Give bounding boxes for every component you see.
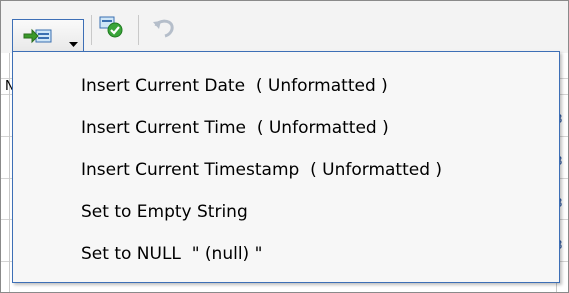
insert-value-split-button[interactable] [12, 19, 84, 52]
menu-item-set-null[interactable]: Set to NULL " (null) " [14, 234, 558, 274]
menu-item-label: Insert Current Time ( Unformatted ) [81, 118, 389, 138]
menu-item-insert-current-timestamp[interactable]: Insert Current Timestamp ( Unformatted ) [14, 150, 558, 190]
menu-item-label: Set to NULL " (null) " [81, 244, 263, 264]
menu-item-label: Set to Empty String [81, 202, 248, 222]
menu-item-insert-current-date[interactable]: Insert Current Date ( Unformatted ) [14, 66, 558, 106]
menu-item-set-empty-string[interactable]: Set to Empty String [14, 192, 558, 232]
undo-icon [152, 16, 176, 42]
insert-value-icon [23, 27, 53, 49]
validate-button[interactable] [97, 14, 127, 44]
insert-value-menu: Insert Current Date ( Unformatted ) Inse… [12, 51, 560, 283]
toolbar-separator [138, 15, 139, 45]
validate-icon [98, 15, 126, 43]
menu-item-insert-current-time[interactable]: Insert Current Time ( Unformatted ) [14, 108, 558, 148]
menu-item-label: Insert Current Timestamp ( Unformatted ) [81, 160, 443, 180]
undo-button[interactable] [149, 14, 179, 44]
menu-item-label: Insert Current Date ( Unformatted ) [81, 76, 388, 96]
chevron-down-icon[interactable] [69, 33, 78, 52]
toolbar-separator [91, 15, 92, 45]
toolbar [1, 1, 568, 53]
